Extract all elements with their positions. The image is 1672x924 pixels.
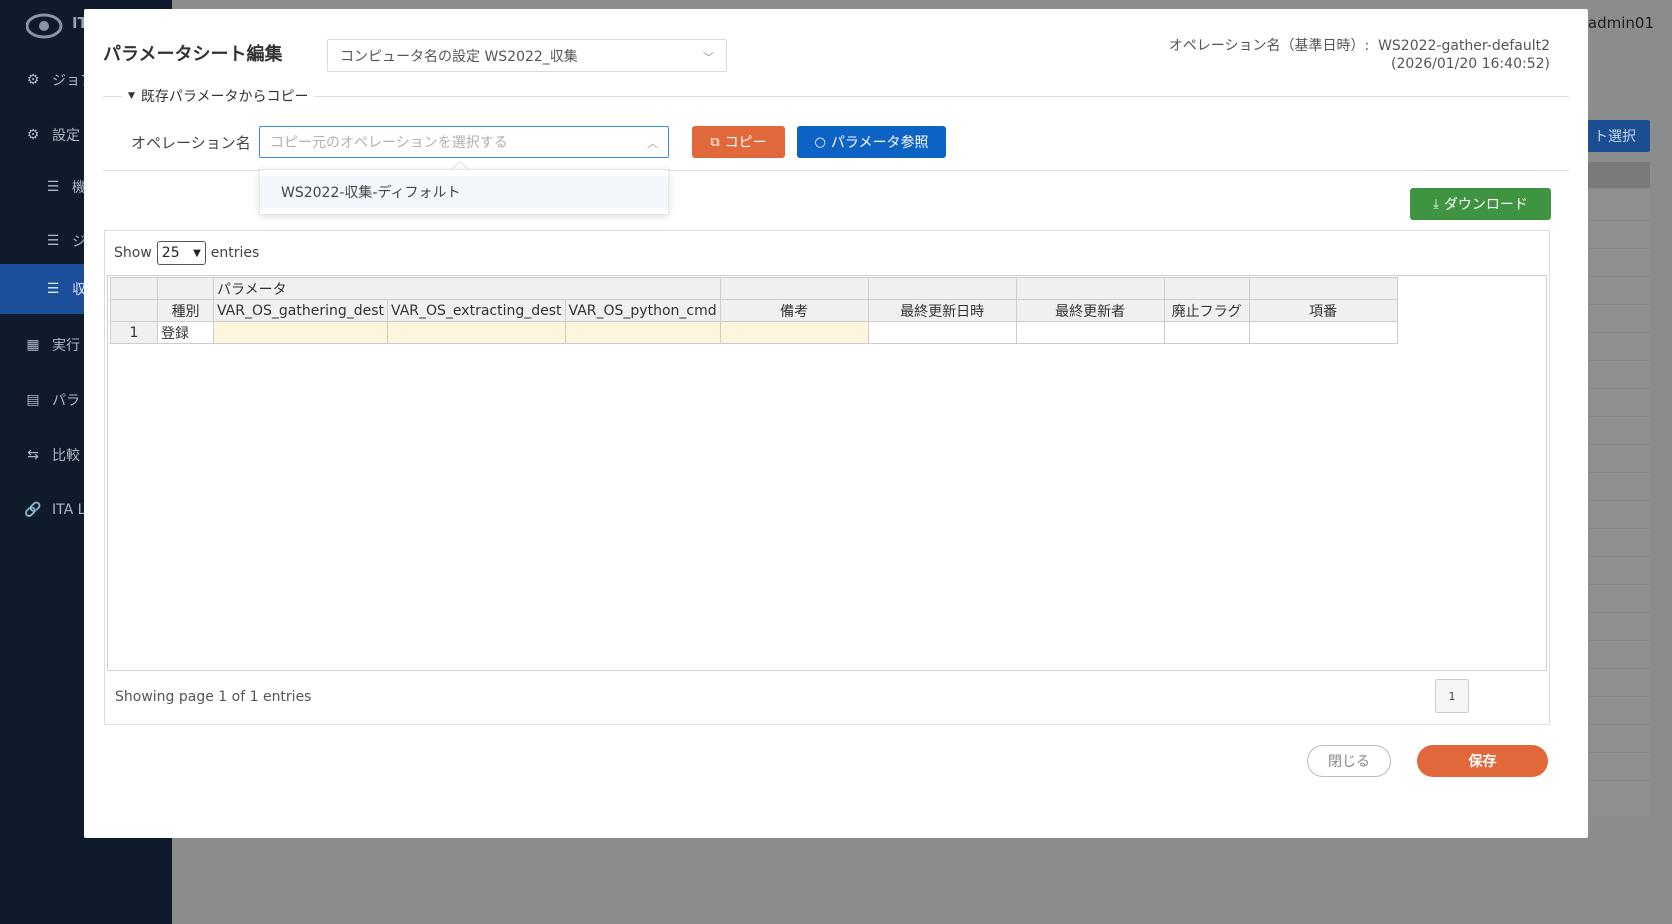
cell-last-updated-by bbox=[1015, 321, 1165, 344]
dropdown-option[interactable]: WS2022-収集-ディフォルト bbox=[261, 176, 667, 208]
operation-dropdown-menu: WS2022-収集-ディフォルト bbox=[259, 169, 669, 215]
column-header[interactable]: VAR_OS_extracting_dest bbox=[387, 299, 566, 322]
column-header[interactable]: 廃止フラグ bbox=[1163, 299, 1250, 322]
cell-item-number bbox=[1248, 321, 1398, 344]
grid-icon: ▦ bbox=[26, 337, 40, 353]
copy-section-toggle-label: 既存パラメータからコピー bbox=[140, 89, 309, 105]
operation-info-label: オペレーション名（基準日時）: bbox=[1168, 38, 1370, 54]
cell-discard-flag bbox=[1163, 321, 1250, 344]
column-header[interactable]: 種別 bbox=[157, 299, 214, 322]
page-size-control: Show 25 ▼ entries bbox=[114, 241, 259, 265]
copy-section-toggle[interactable]: ▼ 既存パラメータからコピー bbox=[122, 86, 315, 106]
parameter-sheet-edit-modal: パラメータシート編集 コンピュータ名の設定 WS2022_収集 ﹀ オペレーショ… bbox=[84, 9, 1588, 838]
copy-button[interactable]: ⧉ コピー bbox=[692, 126, 785, 158]
group-header-parameter: パラメータ bbox=[213, 277, 721, 300]
operation-info-date: (2026/01/20 16:40:52) bbox=[1391, 56, 1550, 72]
column-header[interactable]: VAR_OS_python_cmd bbox=[564, 299, 721, 322]
entries-label: entries bbox=[210, 245, 260, 261]
column-header[interactable]: 備考 bbox=[719, 299, 869, 322]
cell-type[interactable]: 登録 bbox=[157, 321, 214, 344]
cell-var-os-gathering-dest[interactable] bbox=[212, 321, 389, 344]
spreadsheet-grid: パラメータ 種別 VAR_OS_gathering_dest VAR_OS_ex… bbox=[107, 275, 1547, 671]
download-icon: ⤓ bbox=[1433, 196, 1439, 212]
chevron-up-icon: ︿ bbox=[647, 137, 658, 150]
document-icon: ▤ bbox=[26, 392, 40, 408]
settings-icon: ⚙ bbox=[26, 127, 40, 143]
parameter-table: パラメータ 種別 VAR_OS_gathering_dest VAR_OS_ex… bbox=[110, 277, 1398, 344]
download-button[interactable]: ⤓ ダウンロード bbox=[1410, 188, 1551, 220]
bg-select-button[interactable]: ト選択 bbox=[1580, 120, 1650, 152]
close-button[interactable]: 閉じる bbox=[1307, 745, 1391, 777]
sidebar-item-label: パラ bbox=[52, 393, 80, 409]
row-number: 1 bbox=[110, 321, 158, 344]
parameter-reference-button-label: パラメータ参照 bbox=[830, 135, 929, 151]
table-group-header-row: パラメータ bbox=[110, 277, 1398, 300]
divider bbox=[103, 96, 1569, 97]
table-row: 1 登録 bbox=[110, 321, 1398, 344]
sidebar-item-label: 実行 bbox=[52, 338, 80, 354]
copy-icon: ⧉ bbox=[710, 134, 720, 150]
parameter-grid-panel: Show 25 ▼ entries パラメータ 種別 VAR_OS_gather… bbox=[104, 230, 1550, 725]
sidebar-item-label: 設定 bbox=[52, 128, 80, 144]
user-name[interactable]: admin01 bbox=[1588, 14, 1654, 32]
search-icon: ○ bbox=[814, 134, 826, 150]
page-button[interactable]: 1 bbox=[1435, 679, 1469, 713]
sliders-icon: ☰ bbox=[46, 233, 60, 249]
column-header[interactable]: VAR_OS_gathering_dest bbox=[212, 299, 389, 322]
gear-icon: ⚙ bbox=[26, 72, 40, 88]
chevron-down-icon: ﹀ bbox=[703, 51, 714, 64]
page-size-value: 25 bbox=[161, 245, 180, 261]
show-label: Show bbox=[114, 245, 152, 261]
copy-source-operation-placeholder: コピー元のオペレーションを選択する bbox=[270, 135, 508, 151]
cell-last-updated bbox=[867, 321, 1017, 344]
table-header-row: 種別 VAR_OS_gathering_dest VAR_OS_extracti… bbox=[110, 299, 1398, 322]
cell-var-os-python-cmd[interactable] bbox=[564, 321, 721, 344]
operation-info: オペレーション名（基準日時）: WS2022-gather-default2 (… bbox=[1169, 37, 1550, 73]
column-header[interactable]: 項番 bbox=[1248, 299, 1398, 322]
operation-info-name: WS2022-gather-default2 bbox=[1378, 38, 1550, 54]
copy-button-label: コピー bbox=[724, 135, 767, 151]
page-size-select[interactable]: 25 ▼ bbox=[156, 241, 206, 265]
operation-name-label: オペレーション名 bbox=[131, 134, 251, 152]
column-header[interactable]: 最終更新日時 bbox=[867, 299, 1017, 322]
pagination-info: Showing page 1 of 1 entries bbox=[115, 689, 312, 705]
cell-remarks[interactable] bbox=[719, 321, 869, 344]
sidebar-item-label: 比較 bbox=[52, 448, 80, 464]
sidebar-item-label: ITA L bbox=[52, 502, 86, 518]
parameter-sheet-select[interactable]: コンピュータ名の設定 WS2022_収集 ﹀ bbox=[327, 39, 727, 72]
chevron-down-icon: ▼ bbox=[193, 247, 201, 259]
sliders-icon: ☰ bbox=[46, 281, 60, 297]
download-button-label: ダウンロード bbox=[1443, 197, 1528, 213]
column-header[interactable]: 最終更新者 bbox=[1015, 299, 1165, 322]
sliders-icon: ☰ bbox=[46, 179, 60, 195]
parameter-sheet-select-value: コンピュータ名の設定 WS2022_収集 bbox=[340, 48, 578, 65]
compare-icon: ⇆ bbox=[27, 447, 39, 463]
link-icon: 🔗 bbox=[24, 502, 42, 518]
copy-source-operation-select[interactable]: コピー元のオペレーションを選択する ︿ bbox=[259, 126, 669, 158]
caret-down-icon: ▼ bbox=[128, 91, 135, 101]
cell-var-os-extracting-dest[interactable] bbox=[387, 321, 566, 344]
modal-title: パラメータシート編集 bbox=[103, 44, 283, 65]
save-button[interactable]: 保存 bbox=[1417, 745, 1548, 777]
parameter-reference-button[interactable]: ○ パラメータ参照 bbox=[797, 126, 946, 158]
logo-icon bbox=[25, 12, 70, 40]
